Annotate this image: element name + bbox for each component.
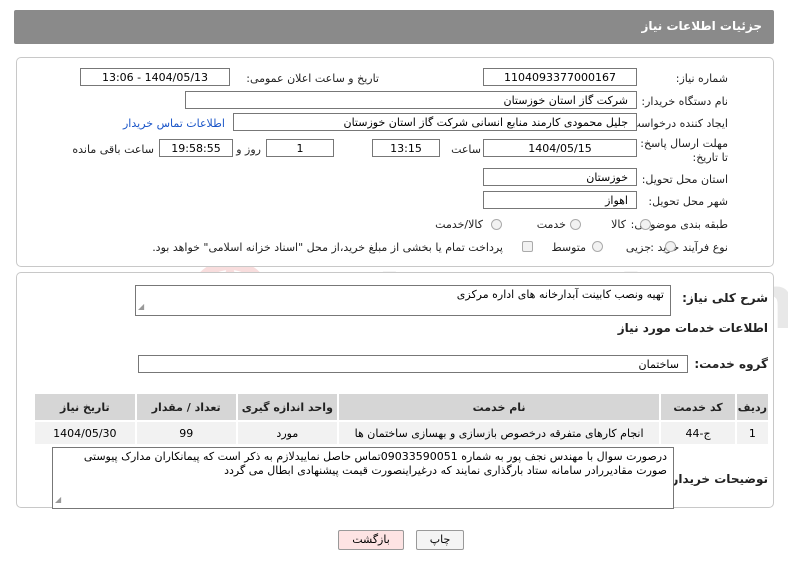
col-header-name: نام خدمت <box>336 392 662 422</box>
time-remaining-field[interactable]: 19:58:55 <box>159 139 233 157</box>
process-label: نوع فرآیند خرید : <box>650 241 728 254</box>
need-number-label: شماره نیاز: <box>675 72 728 85</box>
col-header-date: تاریخ نیاز <box>33 392 137 422</box>
page-header: جزئیات اطلاعات نیاز <box>14 10 774 44</box>
buyer-notes-textarea[interactable]: درصورت سوال با مهندس نجف پور به شماره 09… <box>52 447 674 509</box>
deadline-date-field[interactable]: 1404/05/15 <box>483 139 637 157</box>
treasury-payment-checkbox[interactable] <box>522 241 533 252</box>
services-section-title: اطلاعات خدمات مورد نیاز <box>617 321 768 335</box>
col-header-row: ردیف <box>734 392 771 422</box>
cell-row: 1 <box>734 420 771 446</box>
summary-textarea[interactable]: تهیه ونصب کابینت آبدارخانه های اداره مرک… <box>135 285 671 316</box>
col-header-qty: تعداد / مقدار <box>134 392 238 422</box>
process-option-minor: جزیی <box>625 241 651 254</box>
announce-label: تاریخ و ساعت اعلان عمومی: <box>246 72 379 85</box>
summary-label: شرح کلی نیاز: <box>682 291 768 305</box>
buyer-org-label: نام دستگاه خریدار: <box>641 95 728 108</box>
category-option-goods-service: کالا/خدمت <box>435 218 483 231</box>
buyer-org-field[interactable]: شرکت گاز استان خوزستان <box>185 91 637 109</box>
print-button[interactable]: چاپ <box>416 530 464 550</box>
back-button[interactable]: بازگشت <box>338 530 404 550</box>
announce-field[interactable]: 1404/05/13 - 13:06 <box>80 68 230 86</box>
days-remaining-field[interactable]: 1 <box>266 139 334 157</box>
cell-name: انجام کارهای متفرقه درخصوص بازسازی و بهس… <box>336 420 662 446</box>
buyer-notes-text: درصورت سوال با مهندس نجف پور به شماره 09… <box>83 450 667 477</box>
resize-grip-icon[interactable]: ◢ <box>55 493 61 507</box>
province-label: استان محل تحویل: <box>641 173 728 186</box>
cell-qty: 99 <box>134 420 238 446</box>
days-label: روز و <box>236 143 261 156</box>
cell-code: ج-44 <box>659 420 737 446</box>
treasury-payment-note: پرداخت تمام یا بخشی از مبلغ خرید،از محل … <box>152 241 503 254</box>
cell-date: 1404/05/30 <box>33 420 137 446</box>
col-header-unit: واحد اندازه گیری <box>235 392 339 422</box>
cell-unit: مورد <box>235 420 339 446</box>
remaining-label: ساعت باقی مانده <box>72 143 154 156</box>
process-option-medium: متوسط <box>551 241 586 254</box>
process-radio-medium[interactable] <box>592 241 603 252</box>
creator-label: ایجاد کننده درخواست: <box>626 117 728 130</box>
province-field[interactable]: خوزستان <box>483 168 637 186</box>
need-number-field[interactable]: 1104093377000167 <box>483 68 637 86</box>
buyer-notes-label: توضیحات خریدار: <box>666 472 768 486</box>
deadline-label: مهلت ارسال پاسخ: تا تاریخ: <box>640 137 728 164</box>
service-group-label: گروه خدمت: <box>694 357 768 371</box>
col-header-code: کد خدمت <box>659 392 737 422</box>
deadline-hour-label: ساعت <box>451 143 481 156</box>
creator-field[interactable]: جلیل محمودی کارمند منابع انسانی شرکت گاز… <box>233 113 637 131</box>
category-option-service: خدمت <box>536 218 566 231</box>
category-radio-goods-service[interactable] <box>491 219 502 230</box>
deadline-time-field[interactable]: 13:15 <box>372 139 440 157</box>
table-header-row: ردیف کد خدمت نام خدمت واحد اندازه گیری ت… <box>33 392 771 422</box>
service-group-field[interactable]: ساختمان <box>138 355 688 373</box>
table-row[interactable]: 1 ج-44 انجام کارهای متفرقه درخصوص بازساز… <box>33 420 771 446</box>
category-radio-service[interactable] <box>570 219 581 230</box>
page-title: جزئیات اطلاعات نیاز <box>641 19 762 33</box>
resize-grip-icon[interactable]: ◢ <box>138 300 144 314</box>
category-radio-goods[interactable] <box>640 219 651 230</box>
city-field[interactable]: اهواز <box>483 191 637 209</box>
buyer-contact-link[interactable]: اطلاعات تماس خریدار <box>123 117 225 130</box>
process-radio-minor[interactable] <box>665 241 676 252</box>
city-label: شهر محل تحویل: <box>648 195 728 208</box>
summary-text: تهیه ونصب کابینت آبدارخانه های اداره مرک… <box>456 288 664 301</box>
category-option-goods: کالا <box>611 218 626 231</box>
services-table: ردیف کد خدمت نام خدمت واحد اندازه گیری ت… <box>33 392 771 446</box>
